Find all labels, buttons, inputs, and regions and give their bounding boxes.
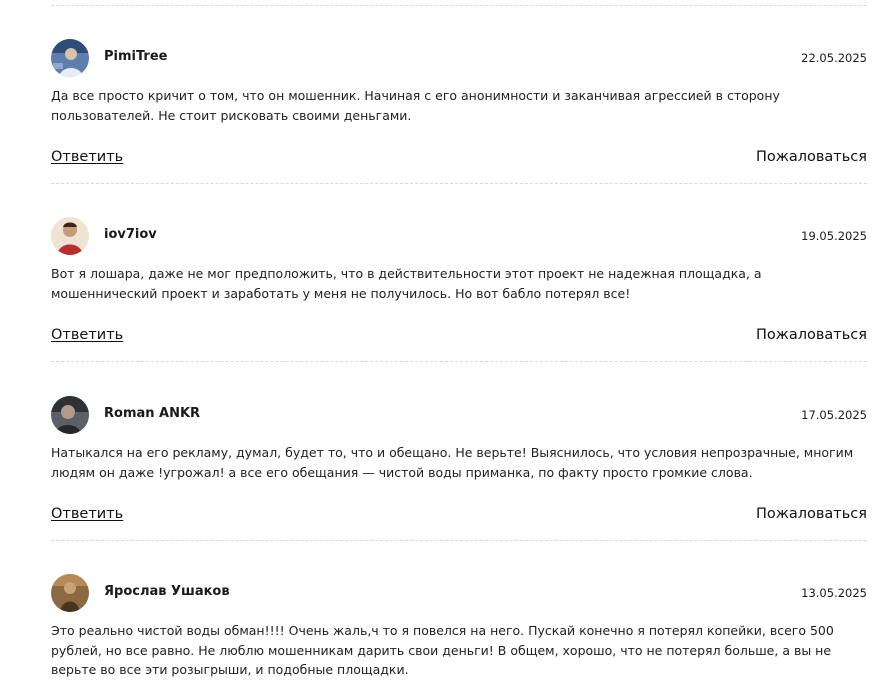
comment-header: Ярослав Ушаков 13.05.2025 (51, 574, 867, 612)
comment-text: Вот я лошара, даже не мог предположить, … (51, 266, 762, 301)
comment-actions: Ответить Пожаловаться (51, 327, 867, 347)
avatar[interactable] (51, 39, 89, 77)
comment-text: Да все просто кричит о том, что он мошен… (51, 88, 780, 123)
comment-actions: Ответить Пожаловаться (51, 149, 867, 169)
avatar[interactable] (51, 574, 89, 612)
avatar[interactable] (51, 217, 89, 255)
comment-header: iov7iov 19.05.2025 (51, 217, 867, 255)
comment-text: Это реально чистой воды обман!!!! Очень … (51, 623, 834, 677)
reply-link[interactable]: Ответить (51, 506, 123, 522)
avatar-image (51, 396, 89, 434)
comment-item: Ярослав Ушаков 13.05.2025 Это реально чи… (51, 574, 867, 680)
comments-page: PimiTree 22.05.2025 Да все просто кричит… (0, 0, 880, 690)
avatar-image (51, 39, 89, 77)
avatar-image (51, 574, 89, 612)
comment-item: iov7iov 19.05.2025 Вот я лошара, даже не… (51, 217, 867, 343)
reply-link[interactable]: Ответить (51, 149, 123, 165)
avatar[interactable] (51, 396, 89, 434)
comment-author: PimiTree (104, 49, 168, 64)
comment-date: 17.05.2025 (801, 408, 867, 422)
comment-item: PimiTree 22.05.2025 Да все просто кричит… (51, 39, 867, 165)
comment-date: 22.05.2025 (801, 51, 867, 65)
comment-divider (51, 183, 867, 184)
comment-divider (51, 361, 867, 362)
comment-divider (51, 5, 867, 6)
comment-header: PimiTree 22.05.2025 (51, 39, 867, 77)
reply-link[interactable]: Ответить (51, 327, 123, 343)
report-link[interactable]: Пожаловаться (756, 506, 867, 522)
comment-actions: Ответить Пожаловаться (51, 506, 867, 526)
report-link[interactable]: Пожаловаться (756, 149, 867, 165)
comment-author: Roman ANKR (104, 406, 201, 421)
comment-author: iov7iov (104, 227, 157, 242)
comment-date: 19.05.2025 (801, 229, 867, 243)
comment-item: Roman ANKR 17.05.2025 Натыкался на его р… (51, 396, 867, 522)
comment-date: 13.05.2025 (801, 586, 867, 600)
report-link[interactable]: Пожаловаться (756, 327, 867, 343)
comment-divider (51, 540, 867, 541)
comment-author: Ярослав Ушаков (104, 584, 230, 599)
avatar-image (51, 217, 89, 255)
comment-header: Roman ANKR 17.05.2025 (51, 396, 867, 434)
comment-text: Натыкался на его рекламу, думал, будет т… (51, 445, 854, 480)
